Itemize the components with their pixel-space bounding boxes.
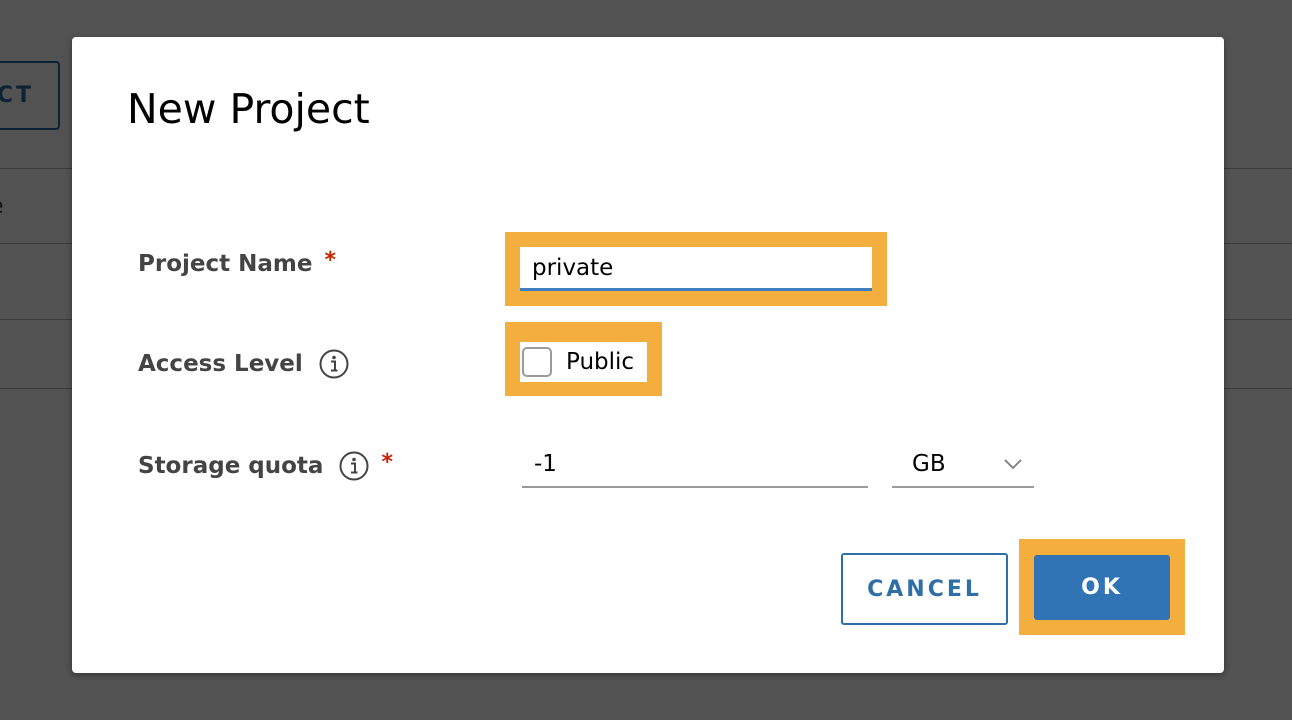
info-icon[interactable] bbox=[339, 451, 369, 481]
storage-unit-value: GB bbox=[912, 451, 946, 477]
new-project-dialog: New Project Project Name * Access Level … bbox=[72, 37, 1224, 673]
info-icon[interactable] bbox=[319, 349, 349, 379]
access-level-label: Access Level bbox=[138, 351, 303, 377]
chevron-down-icon bbox=[1004, 459, 1022, 470]
storage-quota-label: Storage quota bbox=[138, 453, 324, 479]
cancel-button[interactable]: CANCEL bbox=[841, 553, 1008, 625]
access-level-label-row: Access Level bbox=[138, 349, 349, 379]
project-name-label-row: Project Name * bbox=[138, 247, 336, 278]
storage-unit-select[interactable]: GB bbox=[892, 442, 1034, 488]
project-name-input[interactable] bbox=[520, 247, 872, 291]
dialog-title: New Project bbox=[127, 85, 370, 133]
ok-button[interactable]: OK bbox=[1034, 555, 1170, 620]
public-checkbox[interactable] bbox=[522, 347, 552, 377]
project-name-label: Project Name bbox=[138, 251, 313, 277]
storage-quota-input[interactable] bbox=[522, 442, 868, 488]
required-asterisk: * bbox=[324, 247, 336, 273]
public-checkbox-wrapper[interactable]: Public bbox=[520, 342, 647, 382]
required-asterisk: * bbox=[381, 449, 393, 475]
storage-quota-label-row: Storage quota * bbox=[138, 449, 393, 481]
public-checkbox-label[interactable]: Public bbox=[566, 349, 634, 375]
